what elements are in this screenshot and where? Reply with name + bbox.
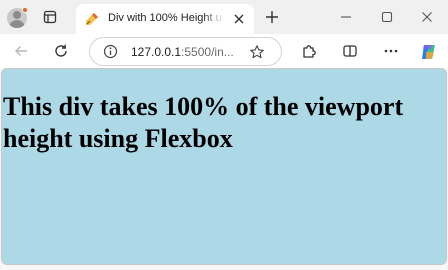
title-bar: Div with 100% Height using Flexbox (0, 0, 448, 34)
url-path: :5500/in... (181, 45, 234, 59)
star-icon[interactable] (249, 44, 265, 60)
tab-title: Div with 100% Height using Flexbox (108, 12, 224, 24)
info-icon[interactable] (103, 44, 118, 59)
page-viewport: This div takes 100% of the viewport heig… (1, 68, 447, 265)
split-screen-icon[interactable] (342, 43, 358, 59)
url-host: 127.0.0.1 (131, 45, 182, 59)
refresh-icon[interactable] (53, 43, 69, 59)
profile-status-dot (22, 7, 28, 13)
html-favicon-icon (85, 12, 99, 26)
maximize-icon[interactable] (380, 10, 394, 24)
minimize-icon[interactable] (339, 10, 353, 24)
close-tab-icon[interactable] (232, 12, 246, 26)
copilot-icon[interactable] (420, 43, 436, 59)
back-icon[interactable] (13, 43, 29, 59)
page-heading: This div takes 100% of the viewport heig… (3, 92, 404, 153)
address-bar[interactable]: 127.0.0.1:5500/in... (89, 37, 282, 66)
extensions-icon[interactable] (301, 43, 317, 59)
close-window-icon[interactable] (420, 10, 434, 24)
more-icon[interactable] (383, 43, 399, 59)
new-tab-icon[interactable] (264, 9, 280, 25)
browser-tab[interactable]: Div with 100% Height using Flexbox (76, 4, 254, 34)
tab-actions-icon[interactable] (42, 9, 58, 25)
navigation-toolbar: 127.0.0.1:5500/in... (0, 34, 448, 68)
url-text[interactable]: 127.0.0.1:5500/in... (131, 45, 234, 59)
